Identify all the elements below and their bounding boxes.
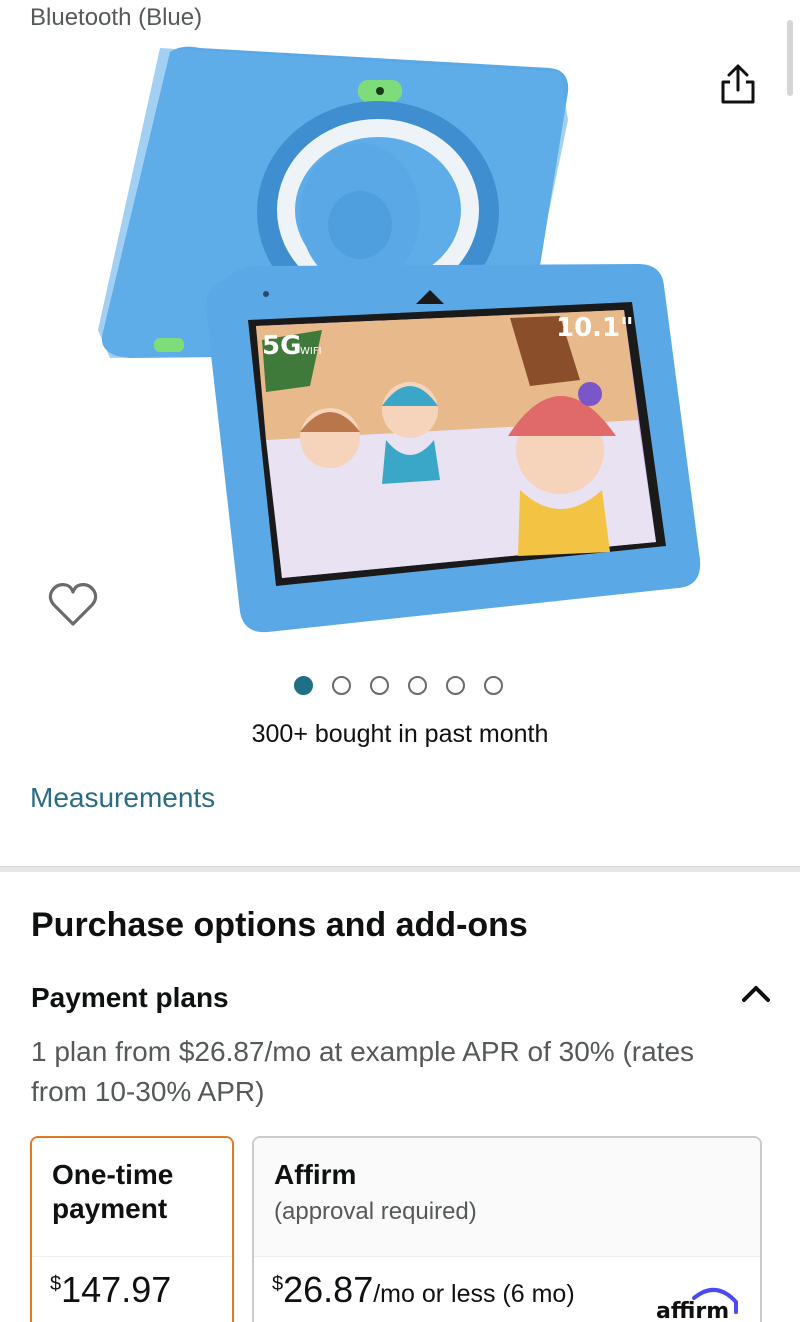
- purchase-options-title: Purchase options and add-ons: [31, 906, 528, 944]
- heart-icon[interactable]: [46, 580, 100, 630]
- payment-plans-title: Payment plans: [31, 982, 229, 1013]
- affirm-payment-option[interactable]: Affirm (approval required) $26.87/mo or …: [252, 1136, 762, 1322]
- section-divider: [0, 866, 800, 872]
- scrollbar[interactable]: [787, 20, 793, 96]
- image-pagination[interactable]: [294, 676, 503, 695]
- option-price: $147.97: [50, 1269, 172, 1310]
- affirm-logo: affirm: [656, 1288, 738, 1322]
- payment-plans-description: 1 plan from $26.87/mo at example APR of …: [31, 1036, 695, 1107]
- bought-in-past-month: 300+ bought in past month: [251, 720, 549, 748]
- product-image[interactable]: 5G WIFI 10.1": [90, 40, 710, 640]
- badge-5g: 5G: [262, 331, 301, 361]
- pagination-dot-2[interactable]: [332, 676, 351, 695]
- pagination-dot-6[interactable]: [484, 676, 503, 695]
- measurements-link[interactable]: Measurements: [30, 782, 215, 814]
- option-title: Affirm: [274, 1159, 357, 1190]
- svg-text:10.1": 10.1": [556, 313, 634, 343]
- svg-text:WIFI: WIFI: [300, 346, 322, 357]
- pagination-dot-4[interactable]: [408, 676, 427, 695]
- option-title: One-time payment: [52, 1159, 174, 1224]
- share-icon[interactable]: [716, 60, 760, 108]
- svg-text:affirm: affirm: [656, 1299, 729, 1322]
- pagination-dot-3[interactable]: [370, 676, 389, 695]
- option-subtitle: (approval required): [274, 1198, 477, 1225]
- pagination-dot-1[interactable]: [294, 676, 313, 695]
- chevron-up-icon[interactable]: [738, 978, 774, 1008]
- variant-title: Bluetooth (Blue): [30, 4, 203, 31]
- pagination-dot-5[interactable]: [446, 676, 465, 695]
- one-time-payment-option[interactable]: One-time payment $147.97: [30, 1136, 234, 1322]
- tablet-front: 5G WIFI 10.1": [205, 264, 701, 633]
